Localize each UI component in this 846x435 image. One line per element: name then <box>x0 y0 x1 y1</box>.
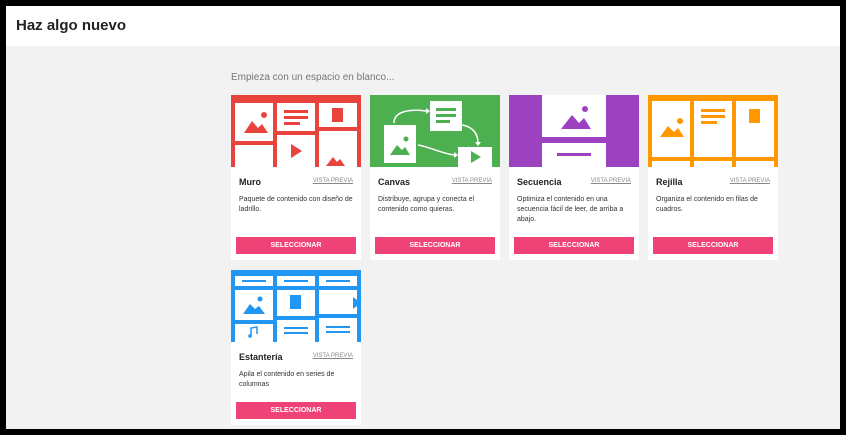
select-button[interactable]: SELECCIONAR <box>236 402 356 419</box>
card-title: Rejilla <box>656 177 683 187</box>
canvas-layout-icon <box>370 95 500 167</box>
template-card-muro[interactable]: Muro VISTA PREVIA Paquete de contenido c… <box>231 95 361 260</box>
preview-link[interactable]: VISTA PREVIA <box>591 178 631 184</box>
select-button[interactable]: SELECCIONAR <box>514 237 634 254</box>
secuencia-thumbnail <box>509 95 639 167</box>
card-title: Secuencia <box>517 177 562 187</box>
template-card-secuencia[interactable]: Secuencia VISTA PREVIA Optimiza el conte… <box>509 95 639 260</box>
card-description: Paquete de contenido con diseño de ladri… <box>239 196 353 213</box>
card-description: Distribuye, agrupa y conecta el contenid… <box>378 196 475 213</box>
card-description: Organiza el contenido en filas de cuadro… <box>656 196 758 213</box>
sequence-layout-icon <box>509 95 639 167</box>
shelf-layout-icon <box>231 270 361 342</box>
page-title: Haz algo nuevo <box>16 17 127 34</box>
rejilla-thumbnail <box>648 95 778 167</box>
section-subtitle: Empieza con un espacio en blanco... <box>231 72 395 83</box>
app-window: Haz algo nuevo Empieza con un espacio en… <box>6 6 840 429</box>
preview-link[interactable]: VISTA PREVIA <box>730 178 770 184</box>
select-button[interactable]: SELECCIONAR <box>375 237 495 254</box>
template-card-rejilla[interactable]: Rejilla VISTA PREVIA Organiza el conteni… <box>648 95 778 260</box>
preview-link[interactable]: VISTA PREVIA <box>452 178 492 184</box>
card-description: Apila el contenido en series de columnas <box>239 371 335 388</box>
estanteria-thumbnail <box>231 270 361 342</box>
brick-layout-icon <box>231 95 361 167</box>
preview-link[interactable]: VISTA PREVIA <box>313 353 353 359</box>
select-button[interactable]: SELECCIONAR <box>236 237 356 254</box>
select-button[interactable]: SELECCIONAR <box>653 237 773 254</box>
card-title: Muro <box>239 177 261 187</box>
card-title: Canvas <box>378 177 411 187</box>
canvas-thumbnail <box>370 95 500 167</box>
template-card-canvas[interactable]: Canvas VISTA PREVIA Distribuye, agrupa y… <box>370 95 500 260</box>
grid-layout-icon <box>648 95 778 167</box>
muro-thumbnail <box>231 95 361 167</box>
preview-link[interactable]: VISTA PREVIA <box>313 178 353 184</box>
card-description: Optimiza el contenido en una secuencia f… <box>517 196 624 223</box>
page-header: Haz algo nuevo <box>6 6 840 46</box>
card-title: Estantería <box>239 352 283 362</box>
template-card-estanteria[interactable]: Estantería VISTA PREVIA Apila el conteni… <box>231 270 361 425</box>
